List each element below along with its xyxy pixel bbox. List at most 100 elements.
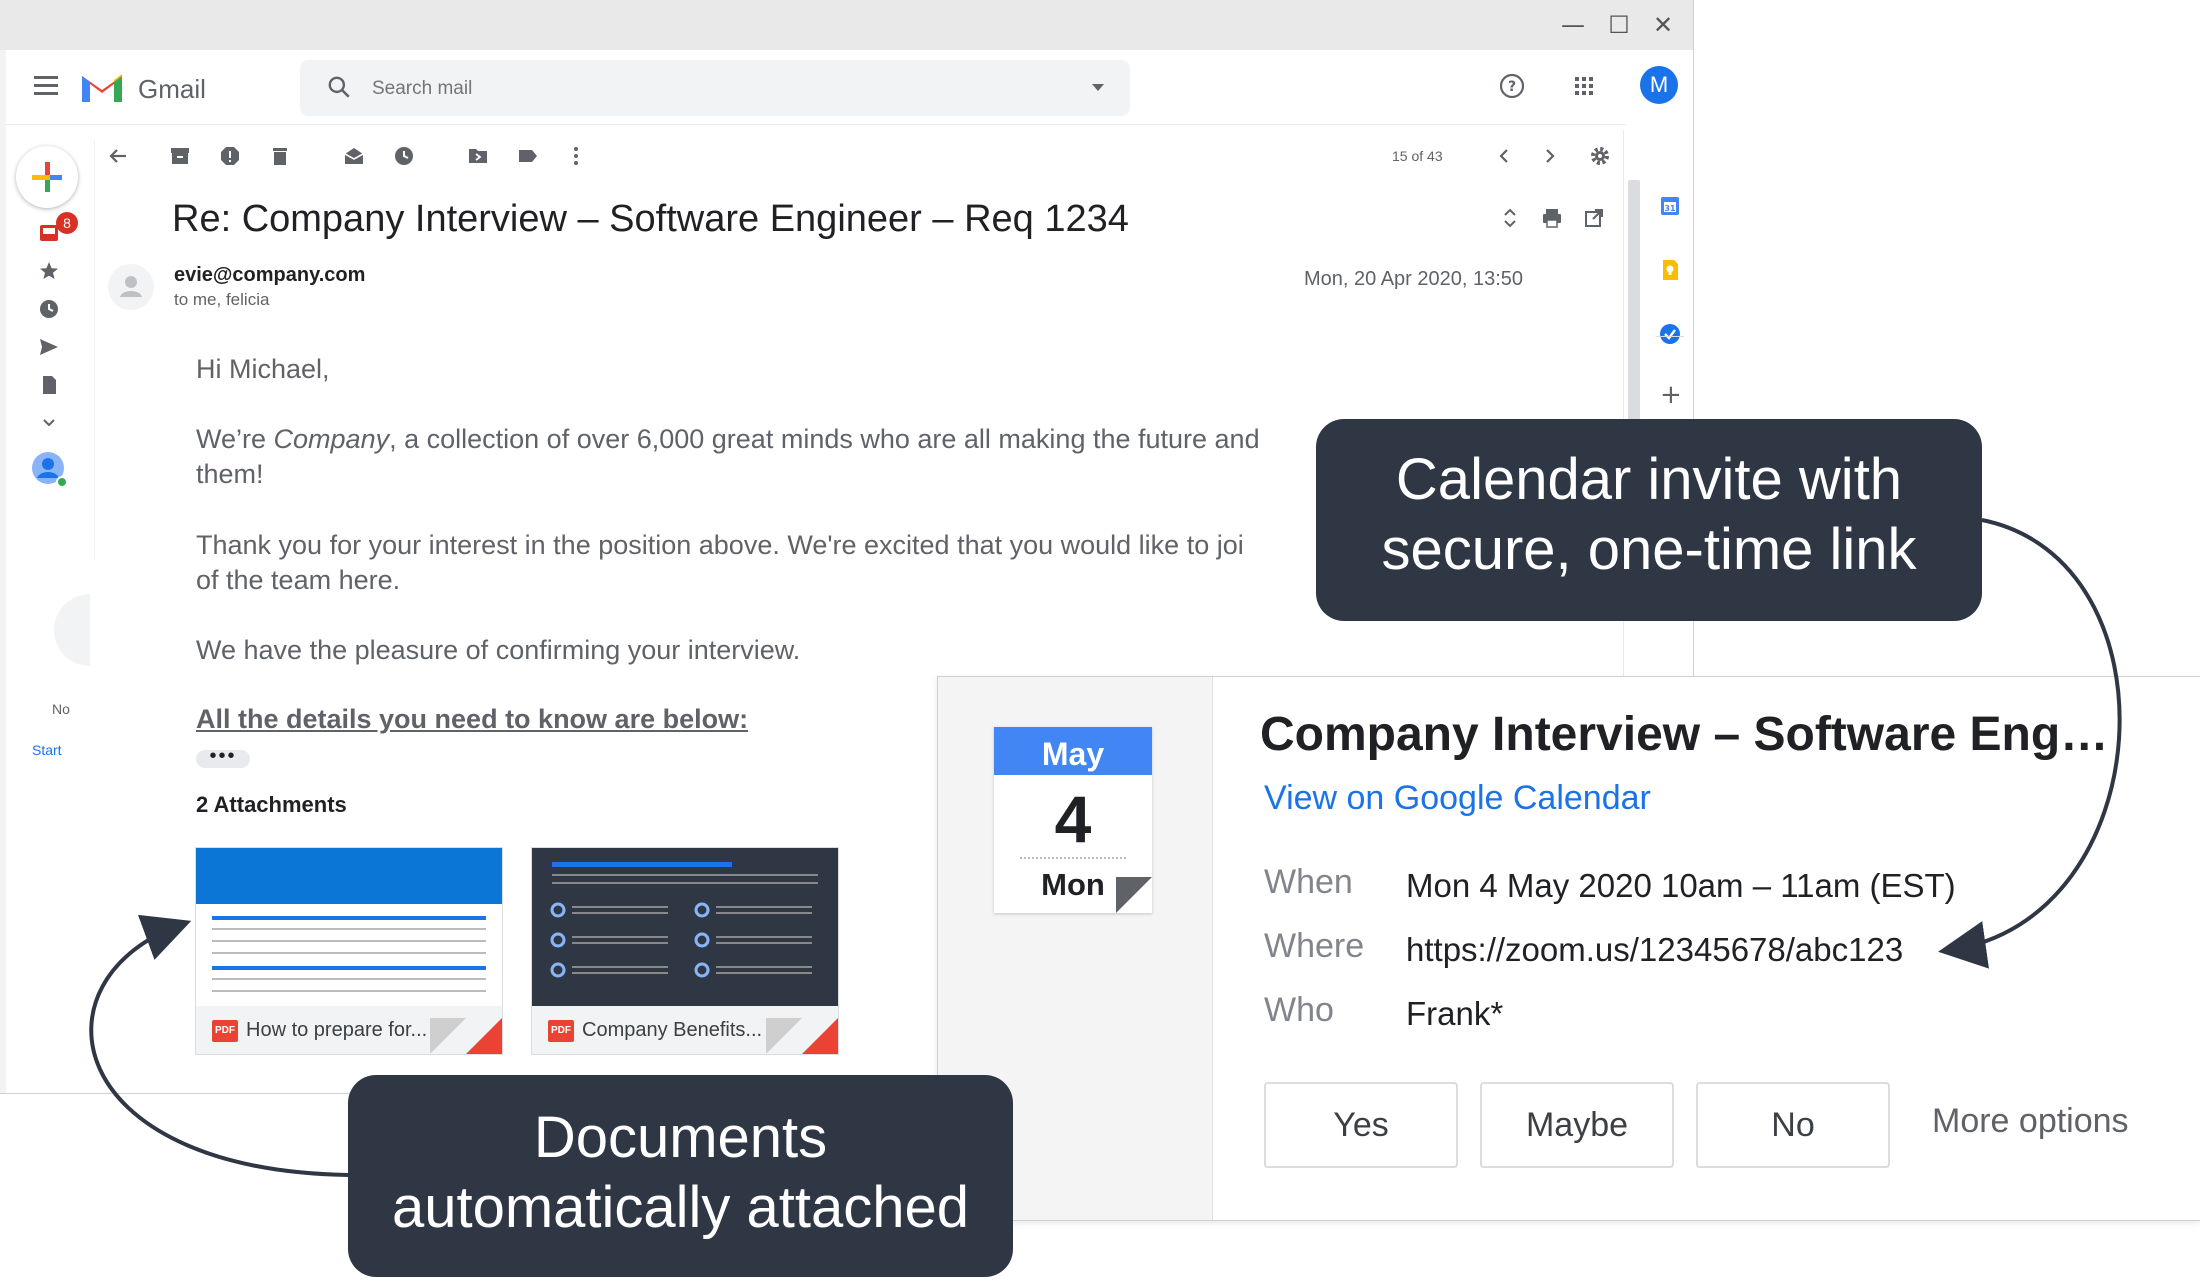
pager-count: 15 of 43: [1392, 148, 1443, 164]
unread-badge: 8: [56, 212, 78, 234]
attachment-fold-shadow: [430, 1018, 466, 1054]
calendar-addon-icon[interactable]: 31: [1658, 194, 1682, 218]
email-greeting: Hi Michael,: [196, 354, 330, 384]
para1-prefix: We’re: [196, 424, 274, 454]
header-divider: [6, 124, 1626, 125]
show-trimmed-content-button[interactable]: •••: [196, 746, 250, 768]
main-menu-icon[interactable]: [34, 76, 58, 95]
attachment-fold-shadow: [766, 1018, 802, 1054]
search-input[interactable]: [370, 60, 1054, 118]
who-value: Frank*: [1406, 995, 1504, 1032]
message-scrollbar[interactable]: [1628, 180, 1640, 430]
calendar-page-curl: [1116, 877, 1152, 913]
recipients-line[interactable]: to me, felicia: [174, 290, 269, 310]
apps-grid-icon[interactable]: [1570, 72, 1598, 100]
account-avatar[interactable]: M: [1640, 66, 1678, 104]
search-icon[interactable]: [326, 74, 352, 100]
print-icon[interactable]: [1540, 206, 1564, 230]
email-paragraph-3: We have the pleasure of confirming your …: [196, 635, 801, 665]
keep-addon-icon[interactable]: [1658, 258, 1682, 282]
rsvp-maybe-button[interactable]: Maybe: [1480, 1082, 1674, 1168]
minimize-icon[interactable]: —: [1560, 12, 1586, 38]
documents-callout: Documents automatically attached: [348, 1075, 1013, 1277]
older-chevron-right-icon[interactable]: [1538, 144, 1562, 168]
label-icon[interactable]: [516, 144, 540, 168]
starred-icon[interactable]: [38, 260, 60, 282]
search-bar[interactable]: [300, 60, 1130, 118]
when-value: Mon 4 May 2020 10am – 11am (EST): [1406, 867, 1956, 904]
docs-callout-line-2: automatically attached: [391, 1175, 970, 1240]
message-date: Mon, 20 Apr 2020, 13:50: [1304, 268, 1524, 290]
sent-icon[interactable]: [38, 336, 60, 358]
delete-icon[interactable]: [268, 144, 292, 168]
email-paragraph-1: We’re Company, a collection of over 6,00…: [196, 422, 1396, 492]
drafts-icon[interactable]: [38, 374, 60, 396]
attachments-heading: 2 Attachments: [196, 792, 347, 817]
where-label: Where: [1264, 927, 1365, 965]
svg-text:?: ?: [1508, 79, 1516, 95]
attachment-fold-corner: [466, 1018, 502, 1054]
para1-company: Company: [273, 424, 390, 454]
search-options-icon[interactable]: [1092, 84, 1104, 91]
compose-plus-icon: [32, 162, 62, 192]
when-label: When: [1264, 863, 1353, 901]
tasks-addon-icon[interactable]: [1658, 322, 1682, 346]
close-icon[interactable]: ✕: [1650, 12, 1676, 38]
newer-chevron-left-icon[interactable]: [1492, 144, 1516, 168]
window-titlebar: — ☐ ✕: [0, 0, 1693, 50]
compose-button[interactable]: [16, 146, 78, 208]
mark-unread-icon[interactable]: [342, 144, 366, 168]
para2-line2: of the team here.: [196, 565, 401, 595]
calendar-invite-callout: Calendar invite with secure, one-time li…: [1316, 419, 1982, 621]
docs-callout-line-1: Documents: [533, 1105, 828, 1170]
svg-text:31: 31: [1664, 204, 1676, 213]
rsvp-yes-button[interactable]: Yes: [1264, 1082, 1458, 1168]
report-spam-icon[interactable]: [218, 144, 242, 168]
rail-start-link[interactable]: Start: [32, 742, 62, 758]
settings-gear-icon[interactable]: [1588, 144, 1612, 168]
back-arrow-icon[interactable]: [106, 144, 130, 168]
calendar-invite-card: May 4 Mon Company Interview – Software E…: [938, 677, 2200, 1220]
attachment-fold-corner: [802, 1018, 838, 1054]
get-addons-plus-icon[interactable]: +: [1660, 380, 1682, 410]
view-on-google-calendar-link[interactable]: View on Google Calendar: [1264, 779, 1651, 818]
expand-all-icon[interactable]: [1498, 206, 1522, 230]
calendar-divider: [1020, 857, 1126, 859]
where-value-link[interactable]: https://zoom.us/12345678/abc123: [1406, 931, 1903, 969]
calendar-callout-line-2: secure, one-time link: [1381, 517, 1917, 582]
calendar-date-icon: May 4 Mon: [994, 727, 1152, 913]
person-icon: [120, 276, 142, 297]
sender-email: evie@company.com: [174, 264, 366, 286]
archive-icon[interactable]: [168, 144, 192, 168]
more-vertical-icon[interactable]: [564, 144, 588, 168]
rsvp-no-button[interactable]: No: [1696, 1082, 1890, 1168]
hangouts-user-icon[interactable]: [30, 450, 70, 490]
who-label: Who: [1264, 991, 1334, 1029]
pdf-icon: PDF: [548, 1020, 574, 1042]
pdf-icon: PDF: [212, 1020, 238, 1042]
calendar-day: 4: [1054, 782, 1092, 856]
snoozed-icon[interactable]: [38, 298, 60, 320]
more-chevron-down-icon[interactable]: [38, 412, 60, 434]
rail-text-no: No: [52, 701, 70, 717]
app-name: Gmail: [138, 74, 206, 104]
maximize-icon[interactable]: ☐: [1606, 12, 1632, 38]
attachment-card-1[interactable]: PDF How to prepare for...: [196, 848, 502, 1054]
email-subject: Re: Company Interview – Software Enginee…: [172, 198, 1129, 240]
para1-rest: , a collection of over 6,000 great minds…: [389, 424, 1260, 454]
attachment-2-thumbnail: [532, 848, 838, 1006]
move-to-icon[interactable]: [466, 144, 490, 168]
calendar-month: May: [994, 727, 1152, 775]
help-icon[interactable]: ?: [1498, 72, 1526, 100]
attachment-card-2[interactable]: PDF Company Benefits...: [532, 848, 838, 1054]
more-options-link[interactable]: More options: [1932, 1102, 2129, 1141]
details-link[interactable]: All the details you need to know are bel…: [196, 704, 748, 735]
attachment-2-name: Company Benefits...: [582, 1019, 763, 1041]
hangouts-placeholder-icon: [54, 594, 90, 666]
snooze-icon[interactable]: [392, 144, 416, 168]
attachment-1-thumbnail: [196, 848, 502, 992]
gmail-logo-icon: [82, 74, 122, 102]
addon-divider: [1656, 336, 1684, 337]
open-new-window-icon[interactable]: [1582, 206, 1606, 230]
calendar-callout-line-1: Calendar invite with: [1395, 447, 1903, 512]
